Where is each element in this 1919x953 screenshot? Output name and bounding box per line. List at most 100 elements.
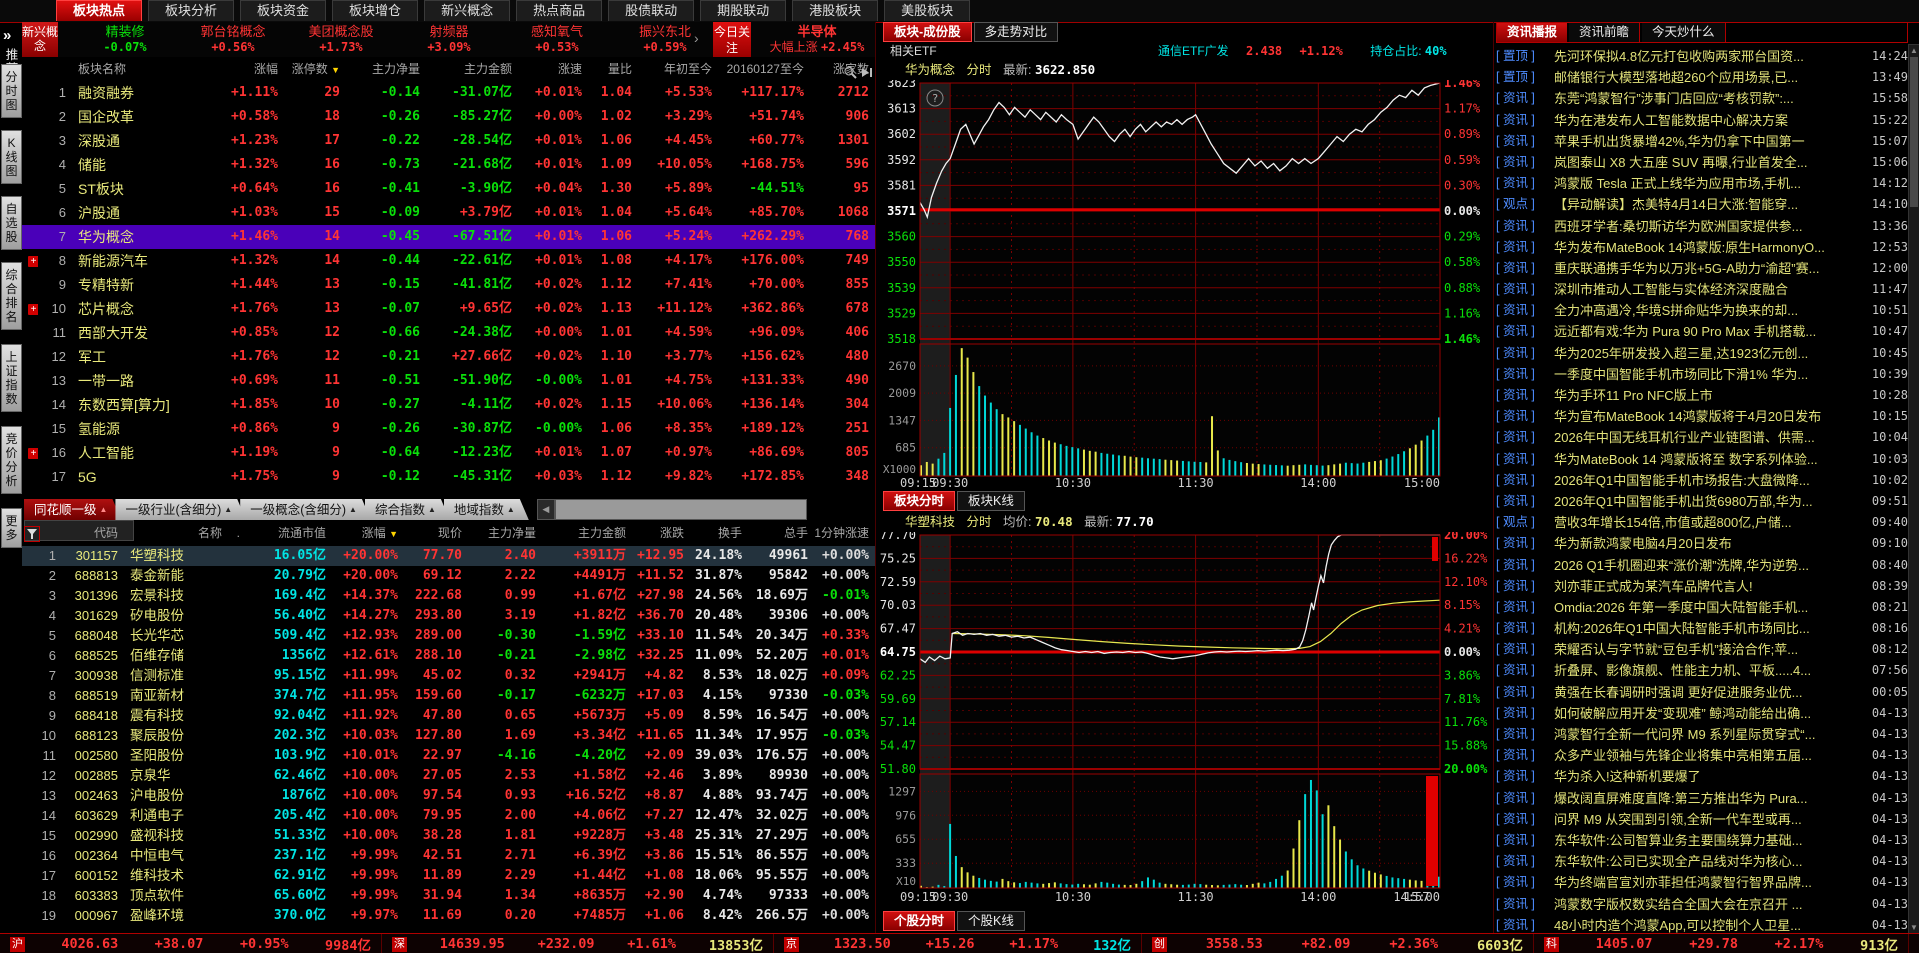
news-item[interactable]: [ 资讯 ]华为在港发布人工智能数据中心解决方案15:22	[1496, 110, 1908, 131]
sector-row-融资融券[interactable]: 1融资融券+1.11%29-0.14-31.07亿+0.01%1.04+5.53…	[22, 81, 875, 105]
sector-row-华为概念[interactable]: 7华为概念+1.46%14-0.45-67.51亿+0.01%1.06+5.24…	[22, 225, 875, 249]
sector-row-储能[interactable]: 4储能+1.32%16-0.73-21.68亿+0.01%1.09+10.05%…	[22, 153, 875, 177]
news-item[interactable]: [ 资讯 ]折叠屏、影像旗舰、性能主力机、平板.....4...07:56	[1496, 660, 1908, 681]
news-item[interactable]: [ 资讯 ]刘亦菲正式成为某汽车品牌代言人!08:39	[1496, 576, 1908, 597]
news-item[interactable]: [ 资讯 ]西班牙学者:桑切斯访华为欧洲国家提供参...13:36	[1496, 216, 1908, 237]
ticker-next-icon[interactable]: ›	[694, 30, 699, 46]
tab-个股K线[interactable]: 个股K线	[957, 911, 1025, 931]
sidebar-item-分时图[interactable]: 分时图	[1, 64, 22, 118]
news-item[interactable]: [ 资讯 ]远近都有戏:华为 Pura 90 Pro Max 手机搭载...10…	[1496, 321, 1908, 342]
news-item[interactable]: [ 资讯 ]Omdia:2026 年第一季度中国大陆智能手机...08:21	[1496, 597, 1908, 618]
news-tab-资讯播报[interactable]: 资讯播报	[1497, 23, 1567, 42]
today-focus-item[interactable]: 半导体 大幅上涨 +2.45%	[758, 24, 876, 54]
stock-row-聚辰股份[interactable]: 10688123聚辰股份202.3亿+10.03%127.801.69+3.34…	[22, 726, 875, 746]
news-item[interactable]: [ 资讯 ]重庆联通携手华为以万兆+5G-A助力“渝超”赛...12:00	[1496, 258, 1908, 279]
sidebar-item-上证指数[interactable]: 上证指数	[1, 344, 22, 412]
news-item[interactable]: [ 资讯 ]如何破解应用开发“变现难” 鲸鸿动能给出确...04-13	[1496, 703, 1908, 724]
board-tab-一级行业(含细分)[interactable]: 一级行业(含细分)▲	[115, 499, 246, 520]
news-item[interactable]: [ 资讯 ]苹果手机出货暴增42%,华为仍拿下中国第一15:07	[1496, 131, 1908, 152]
menu-tab-新兴概念[interactable]: 新兴概念	[424, 0, 510, 21]
sidebar-item-综合排名[interactable]: 综合排名	[1, 262, 22, 330]
menu-tab-期股联动[interactable]: 期股联动	[700, 0, 786, 21]
column-header[interactable]: 总手	[748, 521, 814, 546]
status-segment-科[interactable]: 科1405.07+29.78+2.17%913亿	[1534, 934, 1909, 953]
column-header[interactable]: 1分钟涨速	[814, 521, 875, 546]
menu-tab-板块分析[interactable]: 板块分析	[148, 0, 234, 21]
sidebar-item-竞价分析[interactable]: 竞价分析	[1, 426, 22, 494]
ticker-category[interactable]: 新兴概念	[22, 22, 58, 57]
news-tab-今天炒什么[interactable]: 今天炒什么	[1642, 23, 1726, 42]
news-item[interactable]: [ 资讯 ]华为手环11 Pro NFC版上市10:28	[1496, 385, 1908, 406]
h-scrollbar-thumb[interactable]	[555, 499, 807, 520]
news-item[interactable]: [ 资讯 ]鸿蒙数字版权数实结合全国大会在京召开 ...04-13	[1496, 894, 1908, 915]
board-tab-地域指数[interactable]: 地域指数▲	[444, 499, 529, 520]
news-item[interactable]: [ 资讯 ]一季度中国智能手机市场同比下滑1% 华为...10:39	[1496, 364, 1908, 385]
column-header[interactable]: 主力净量	[346, 57, 426, 81]
ticker-item[interactable]: 美团概念股+1.73%	[286, 24, 396, 54]
scroll-up-icon[interactable]: ▲	[1909, 46, 1919, 55]
column-header[interactable]: 名称	[124, 521, 228, 546]
stock-row-震有科技[interactable]: 9688418震有科技92.04亿+11.92%47.800.65+5673万+…	[22, 706, 875, 726]
news-item[interactable]: [ 置顶 ]邮储银行大模型落地超260个应用场景,已...13:49	[1496, 67, 1908, 88]
stock-row-南亚新材[interactable]: 8688519南亚新材374.7亿+11.95%159.60-0.17-6232…	[22, 686, 875, 706]
menu-tab-板块热点[interactable]: 板块热点	[56, 0, 142, 21]
board-tab-综合指数[interactable]: 综合指数▲	[365, 499, 450, 520]
news-item[interactable]: [ 资讯 ]华为杀入!这种新机要爆了04-13	[1496, 766, 1908, 787]
news-item[interactable]: [ 资讯 ]爆改阔直屏难度直降:第三方推出华为 Pura...04-13	[1496, 788, 1908, 809]
stock-row-顶点软件[interactable]: 18603383顶点软件65.60亿+9.99%31.941.34+8635万+…	[22, 886, 875, 906]
news-item[interactable]: [ 资讯 ]2026 Q1手机圈迎来“涨价潮”洗牌,华为逆势...08:40	[1496, 555, 1908, 576]
filter-icon[interactable]	[24, 526, 40, 542]
news-tab-资讯前瞻[interactable]: 资讯前瞻	[1569, 23, 1640, 42]
stock-row-矽电股份[interactable]: 4301629矽电股份56.40亿+14.27%293.803.19+1.82亿…	[22, 606, 875, 626]
ticker-item[interactable]: 感知氧气+0.53%	[502, 24, 612, 54]
column-header[interactable]: 涨速	[518, 57, 588, 81]
scroll-down-icon[interactable]: ▼	[1909, 923, 1919, 932]
stock-row-盈峰环境[interactable]: 19000967盈峰环境370.0亿+9.97%11.690.20+7485万+…	[22, 906, 875, 926]
stock-row-信测标准[interactable]: 7300938信测标准95.15亿+11.99%45.020.32+2941万+…	[22, 666, 875, 686]
sidebar-item-自选股[interactable]: 自选股	[1, 196, 22, 250]
column-header[interactable]: 代码	[62, 521, 124, 546]
board-tab-一级概念(含细分)[interactable]: 一级概念(含细分)▲	[240, 499, 371, 520]
etf-name[interactable]: 通信ETF广发	[1158, 44, 1229, 58]
sector-row-东数西算[算力][interactable]: 14东数西算[算力]+1.85%10-0.27-4.11亿+0.02%1.15+…	[22, 393, 875, 417]
column-header[interactable]: 流通市值	[246, 521, 332, 546]
column-header[interactable]: 涨跌	[632, 521, 690, 546]
news-item[interactable]: [ 资讯 ]深圳市推动人工智能与实体经济深度融合11:47	[1496, 279, 1908, 300]
status-segment-京[interactable]: 京1323.50+15.26+1.17%132亿	[774, 934, 1142, 953]
sector-intraday-chart[interactable]: 36231.46%36131.17%36020.89%35920.59%3581…	[875, 80, 1495, 490]
tab-板块分时[interactable]: 板块分时	[883, 491, 955, 511]
ticker-item[interactable]: 振兴东北+0.59%	[610, 24, 720, 54]
news-item[interactable]: [ 资讯 ]华为发布MateBook 14鸿蒙版:原生HarmonyO...12…	[1496, 237, 1908, 258]
status-segment-深[interactable]: 深14639.95+232.09+1.61%13853亿	[382, 934, 774, 953]
column-header[interactable]: .	[228, 521, 246, 546]
status-segment-创[interactable]: 创3558.53+82.09+2.36%6603亿	[1142, 934, 1534, 953]
news-item[interactable]: [ 资讯 ]华为宣布MateBook 14鸿蒙版将于4月20日发布10:15	[1496, 406, 1908, 427]
tab-板块-成份股[interactable]: 板块-成份股	[883, 22, 972, 42]
scroll-left-icon[interactable]: ◀	[537, 499, 555, 520]
stock-row-中恒电气[interactable]: 16002364中恒电气237.1亿+9.99%42.512.71+6.39亿+…	[22, 846, 875, 866]
search-icon[interactable]	[843, 65, 858, 80]
skip-to-end-icon[interactable]	[860, 65, 875, 80]
news-item[interactable]: [ 资讯 ]荣耀否认与字节就“豆包手机”接洽合作;苹...08:12	[1496, 639, 1908, 660]
sector-row-军工[interactable]: 12军工+1.76%12-0.21+27.66亿+0.02%1.10+3.77%…	[22, 345, 875, 369]
news-item[interactable]: [ 观点 ]营收3年增长154倍,市值或超800亿,户储...09:40	[1496, 512, 1908, 533]
sector-row-ST板块[interactable]: 5ST板块+0.64%16-0.41-3.90亿+0.04%1.30+5.89%…	[22, 177, 875, 201]
stock-row-佰维存储[interactable]: 6688525佰维存储1356亿+12.61%288.10-0.21-2.98亿…	[22, 646, 875, 666]
column-header[interactable]: 涨停数 ▼	[284, 57, 346, 81]
news-item[interactable]: [ 资讯 ]东华软件:公司智算业务主要围绕算力基础...04-13	[1496, 830, 1908, 851]
ticker-item[interactable]: 郭台铭概念+0.56%	[178, 24, 288, 54]
news-item[interactable]: [ 资讯 ]全力冲高遇冷,华境S拼命贴华为换来的却...10:51	[1496, 300, 1908, 321]
stock-row-利通电子[interactable]: 14603629利通电子205.4亿+10.00%79.952.00+4.06亿…	[22, 806, 875, 826]
menu-tab-股债联动[interactable]: 股债联动	[608, 0, 694, 21]
stock-row-维科技术[interactable]: 17600152维科技术62.91亿+9.99%11.892.29+1.44亿+…	[22, 866, 875, 886]
sector-row-一带一路[interactable]: 13一带一路+0.69%11-0.51-51.90亿-0.00%1.01+4.7…	[22, 369, 875, 393]
news-item[interactable]: [ 资讯 ]鸿蒙版 Tesla 正式上线华为应用市场,手机...14:12	[1496, 173, 1908, 194]
sector-row-国企改革[interactable]: 2国企改革+0.58%18-0.26-85.27亿+0.00%1.02+3.29…	[22, 105, 875, 129]
stock-row-沪电股份[interactable]: 13002463沪电股份1876亿+10.00%97.540.93+16.52亿…	[22, 786, 875, 806]
sidebar-item-更多[interactable]: 更多	[1, 508, 22, 548]
sidebar-item-K线图[interactable]: K线图	[1, 130, 22, 184]
column-header[interactable]: 现价	[404, 521, 468, 546]
menu-tab-热点商品[interactable]: 热点商品	[516, 0, 602, 21]
news-scrollbar[interactable]: ▲ ▼	[1908, 44, 1919, 934]
news-item[interactable]: [ 观点 ]【异动解读】杰美特4月14日大涨:智能穿...14:10	[1496, 194, 1908, 215]
